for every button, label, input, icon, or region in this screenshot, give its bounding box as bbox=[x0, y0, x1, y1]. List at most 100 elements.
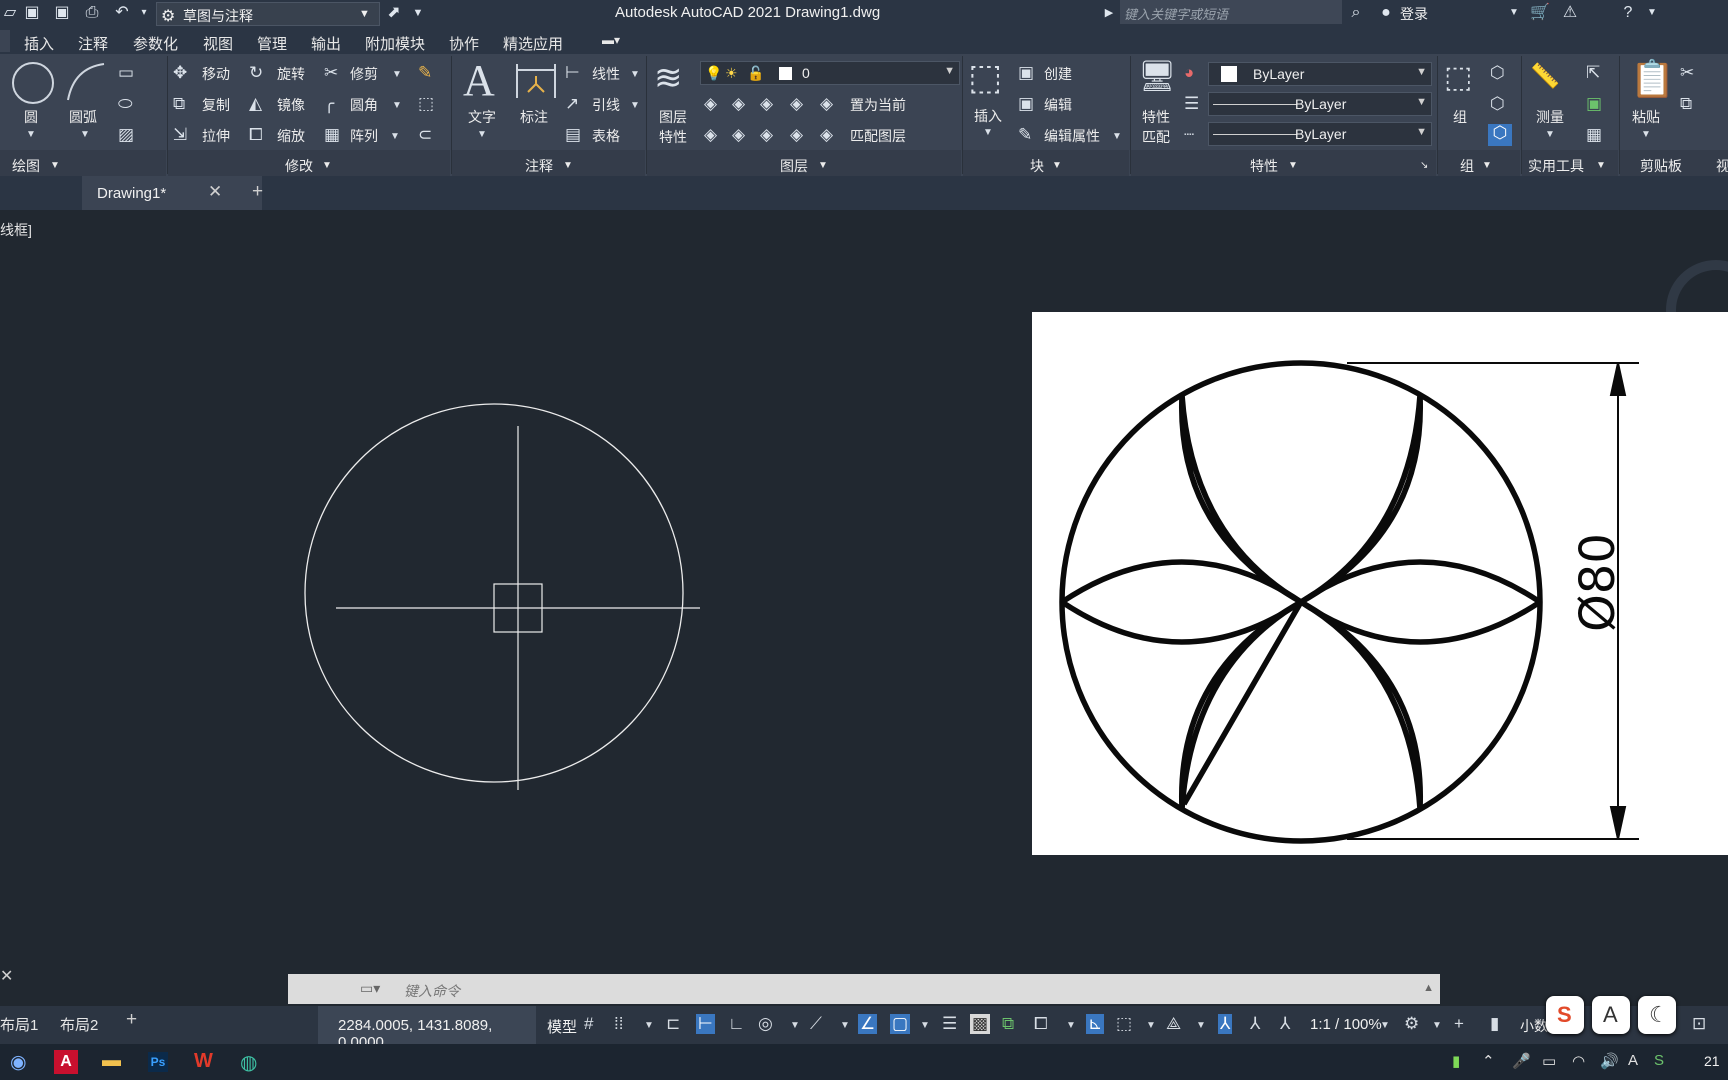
annotation-visibility-icon[interactable]: ⅄ bbox=[1218, 1014, 1233, 1034]
tab-annotate[interactable]: 注释 bbox=[78, 33, 108, 54]
circle-label[interactable]: 圆 bbox=[24, 107, 38, 127]
utilities-panel-expand-icon[interactable]: ▼ bbox=[1596, 160, 1606, 171]
calculator-icon[interactable]: ▦ bbox=[1586, 126, 1602, 144]
match-layer-icon[interactable]: ◈ bbox=[820, 126, 833, 144]
search-box[interactable]: 键入关键字或短语 bbox=[1120, 0, 1342, 24]
move-button[interactable]: 移动 bbox=[202, 64, 230, 84]
help-icon[interactable]: ? bbox=[1618, 3, 1638, 23]
command-history-icon[interactable]: ▲ bbox=[1423, 982, 1434, 994]
array-icon[interactable]: ▦ bbox=[324, 126, 340, 144]
gizmo-icon[interactable]: ⟁ bbox=[1166, 1014, 1181, 1034]
linear-dim-icon[interactable]: ⊢ bbox=[565, 64, 580, 82]
transparency-icon[interactable]: ▩ bbox=[970, 1014, 991, 1034]
circle-icon[interactable] bbox=[12, 62, 54, 104]
rectangle-icon[interactable]: ▭ bbox=[118, 64, 134, 82]
layer-dropdown[interactable]: 💡 ☀ 🔓 0 ▼ bbox=[700, 61, 960, 85]
color-wheel-icon[interactable]: ◕ bbox=[1184, 64, 1194, 82]
recent-commands-icon[interactable]: ▭▾ bbox=[360, 980, 380, 997]
workspace-gear-icon[interactable]: ⚙ bbox=[1404, 1014, 1419, 1034]
insert-block-button[interactable]: 插入 bbox=[974, 106, 1002, 126]
utilities-panel-title[interactable]: 实用工具 bbox=[1528, 156, 1584, 176]
ime-tray-icon[interactable]: A bbox=[1628, 1052, 1638, 1069]
paste-button[interactable]: 粘贴 bbox=[1632, 107, 1660, 127]
set-current-icon[interactable]: ◈ bbox=[820, 95, 833, 113]
circle-dropdown-icon[interactable]: ▼ bbox=[26, 126, 36, 144]
polar-tracking-icon[interactable]: ◎ bbox=[758, 1014, 773, 1034]
erase-icon[interactable]: ✎ bbox=[418, 64, 432, 82]
mirror-button[interactable]: 镜像 bbox=[277, 95, 305, 115]
leader-button[interactable]: 引线 bbox=[592, 95, 620, 115]
command-line[interactable]: ▭▾ 键入命令 ▲ bbox=[288, 974, 1440, 1004]
fillet-icon[interactable]: ╭ bbox=[324, 95, 334, 113]
isodraft-dropdown-icon[interactable]: ▼ bbox=[840, 1020, 850, 1031]
measure-dropdown-icon[interactable]: ▼ bbox=[1545, 126, 1555, 144]
layer-properties-label-1[interactable]: 图层 bbox=[659, 107, 687, 127]
layer-properties-icon[interactable]: ≋ bbox=[654, 60, 683, 96]
layout-tab-2[interactable]: 布局2 bbox=[60, 1014, 98, 1035]
dynamic-input-icon[interactable]: ⊢ bbox=[696, 1014, 715, 1034]
layer-on-icon[interactable]: ◈ bbox=[704, 126, 717, 144]
autodesk-app-icon[interactable]: ⚠ bbox=[1560, 3, 1580, 23]
copy-icon[interactable]: ⧉ bbox=[173, 95, 185, 113]
layer-isolate-icon[interactable]: ◈ bbox=[732, 95, 745, 113]
block-panel-title[interactable]: 块 bbox=[1030, 156, 1044, 176]
create-block-icon[interactable]: ▣ bbox=[1018, 64, 1034, 82]
layer-off-icon[interactable]: ◈ bbox=[704, 95, 717, 113]
scale-dropdown-icon[interactable]: ▼ bbox=[1380, 1020, 1390, 1031]
save-icon[interactable]: ▣ bbox=[22, 3, 42, 23]
workspace-dropdown-icon[interactable]: ▼ bbox=[1432, 1020, 1442, 1031]
tab-parametric[interactable]: 参数化 bbox=[133, 33, 178, 54]
layer-lock-icon[interactable]: ◈ bbox=[790, 95, 803, 113]
autocad-taskbar-icon[interactable]: A bbox=[54, 1050, 78, 1074]
trim-dropdown-icon[interactable]: ▼ bbox=[392, 66, 402, 84]
edit-attributes-icon[interactable]: ✎ bbox=[1018, 126, 1032, 144]
login-dropdown-icon[interactable]: ▼ bbox=[1504, 3, 1524, 23]
dynamic-ucs-icon[interactable]: ⊾ bbox=[1086, 1014, 1105, 1034]
object-snap-tracking-icon[interactable]: ∠ bbox=[858, 1014, 878, 1034]
sogou-tray-icon[interactable]: S bbox=[1654, 1052, 1664, 1069]
properties-dialog-launcher-icon[interactable]: ↘ bbox=[1420, 160, 1428, 171]
measure-button[interactable]: 测量 bbox=[1536, 107, 1564, 127]
match-properties-label-1[interactable]: 特性 bbox=[1142, 107, 1170, 127]
dimension-button[interactable]: 标注 bbox=[520, 107, 548, 127]
annotation-scale-value[interactable]: 1:1 / 100% bbox=[1310, 1016, 1382, 1033]
rotate-icon[interactable]: ↻ bbox=[249, 64, 263, 82]
match-properties-icon[interactable]: 🖥 bbox=[1138, 60, 1176, 94]
ribbon-minimize-icon[interactable]: ▬▾ bbox=[602, 33, 620, 47]
layers-panel-expand-icon[interactable]: ▼ bbox=[818, 160, 828, 171]
filter-dropdown-icon[interactable]: ▼ bbox=[1146, 1020, 1156, 1031]
match-layer-button[interactable]: 匹配图层 bbox=[850, 126, 906, 146]
gizmo-dropdown-icon[interactable]: ▼ bbox=[1196, 1020, 1206, 1031]
fillet-dropdown-icon[interactable]: ▼ bbox=[392, 97, 402, 115]
customize-qat-icon[interactable]: ▼ bbox=[408, 3, 428, 23]
ellipse-icon[interactable]: ⬭ bbox=[118, 95, 133, 113]
properties-panel-expand-icon[interactable]: ▼ bbox=[1288, 160, 1298, 171]
isodraft-icon[interactable]: ⟋ bbox=[810, 1014, 822, 1034]
print-icon[interactable]: ⎙ bbox=[82, 3, 102, 23]
ime-night-icon[interactable]: ☾ bbox=[1638, 996, 1676, 1034]
3d-osnap-icon[interactable]: ⧠ bbox=[1034, 1014, 1048, 1034]
photoshop-icon[interactable]: Ps bbox=[148, 1052, 168, 1072]
tab-output[interactable]: 输出 bbox=[311, 33, 341, 54]
annotation-scale-icon[interactable]: ⅄ bbox=[1280, 1014, 1290, 1034]
microphone-icon[interactable]: 🎤 bbox=[1512, 1052, 1531, 1070]
layer-unlock-icon[interactable]: ◈ bbox=[790, 126, 803, 144]
properties-panel-title[interactable]: 特性 bbox=[1250, 156, 1278, 176]
selection-cycling-icon[interactable]: ⧉ bbox=[1002, 1014, 1014, 1034]
linetype-icon[interactable]: ┈ bbox=[1184, 126, 1194, 144]
command-input[interactable]: 键入命令 bbox=[404, 981, 460, 1001]
ortho-icon[interactable]: ∟ bbox=[728, 1014, 745, 1034]
units-label[interactable]: 小数 bbox=[1520, 1016, 1548, 1036]
clock[interactable]: 21 bbox=[1704, 1053, 1720, 1069]
edit-block-button[interactable]: 编辑 bbox=[1044, 95, 1072, 115]
copy-button[interactable]: 复制 bbox=[202, 95, 230, 115]
text-button[interactable]: 文字 bbox=[468, 107, 496, 127]
array-dropdown-icon[interactable]: ▼ bbox=[390, 128, 400, 146]
undo-icon[interactable]: ↶ bbox=[112, 3, 132, 23]
quick-select-icon[interactable]: ⇱ bbox=[1586, 64, 1600, 82]
groups-panel-title[interactable]: 组 bbox=[1460, 156, 1474, 176]
selection-filter-icon[interactable]: ⬚ bbox=[1116, 1014, 1132, 1034]
save-as-icon[interactable]: ▣ bbox=[52, 3, 72, 23]
osnap-dropdown-icon[interactable]: ▼ bbox=[920, 1020, 930, 1031]
leader-icon[interactable]: ↗ bbox=[565, 95, 579, 113]
